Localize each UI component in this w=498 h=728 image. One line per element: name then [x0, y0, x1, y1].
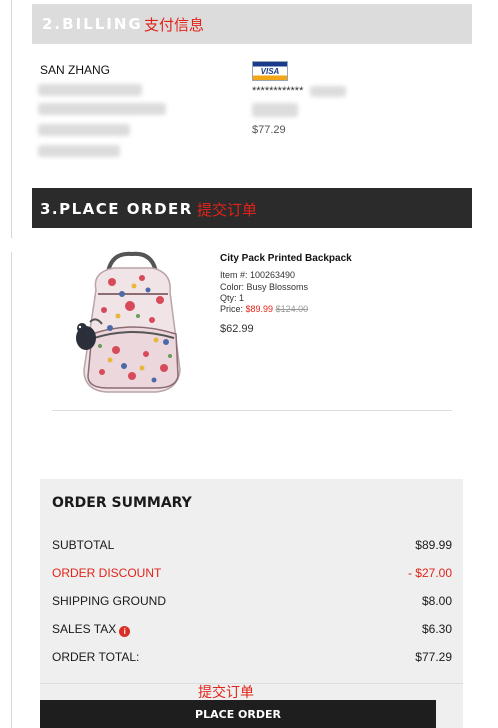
- billing-title: 2.BILLING: [42, 15, 143, 33]
- shipping-label: SHIPPING GROUND: [52, 594, 167, 608]
- place-order-button[interactable]: PLACE ORDER: [40, 700, 436, 728]
- shipping-value: $8.00: [421, 594, 452, 608]
- place-order-title: 3.PLACE ORDER: [40, 200, 193, 218]
- redacted-card-digits: [310, 86, 346, 97]
- place-order-section-header: 3.PLACE ORDER 提交订单: [32, 188, 472, 228]
- product-color: Color: Busy Blossoms: [220, 282, 309, 292]
- tax-value: $6.30: [421, 622, 452, 636]
- product-item-number: Item #: 100263490: [220, 270, 296, 280]
- redacted-address-line: [38, 84, 142, 96]
- summary-row-tax: SALES TAX i $6.30: [52, 622, 452, 638]
- order-summary-title: ORDER SUMMARY: [52, 495, 192, 511]
- product-divider: [52, 410, 452, 411]
- summary-row-subtotal: SUBTOTAL $89.99: [52, 538, 452, 554]
- info-icon[interactable]: i: [119, 626, 131, 637]
- order-total-label: ORDER TOTAL:: [52, 650, 140, 664]
- subtotal-label: SUBTOTAL: [52, 538, 115, 552]
- tax-label: SALES TAX: [52, 622, 117, 636]
- subtotal-value: $89.99: [415, 538, 452, 552]
- place-order-annotation: 提交订单: [197, 202, 258, 219]
- order-total-value: $77.29: [415, 650, 452, 664]
- billing-annotation: 支付信息: [144, 17, 205, 34]
- discount-value: - $27.00: [407, 566, 452, 580]
- billing-name: SAN ZHANG: [40, 63, 111, 77]
- summary-row-shipping: SHIPPING GROUND $8.00: [52, 594, 452, 610]
- billing-section-header: 2.BILLING 支付信息: [32, 4, 472, 44]
- place-order-annotation: 提交订单: [198, 684, 254, 700]
- tax-label-wrap: SALES TAX i: [52, 622, 131, 637]
- price-label: Price:: [220, 304, 246, 314]
- left-border-line: [11, 252, 12, 728]
- discount-label: ORDER DISCOUNT: [52, 566, 162, 580]
- product-quantity: Qty: 1: [220, 293, 245, 303]
- product-name: City Pack Printed Backpack: [220, 253, 352, 264]
- redacted-address-line: [38, 124, 130, 136]
- masked-card-number: ************: [252, 85, 304, 97]
- redacted-address-line: [38, 145, 120, 157]
- redacted-expiry: [252, 103, 298, 117]
- product-price: Price: $89.99 $124.00: [220, 304, 308, 314]
- summary-row-total: ORDER TOTAL: $77.29: [52, 650, 452, 666]
- summary-row-discount: ORDER DISCOUNT - $27.00: [52, 566, 452, 582]
- original-price: $124.00: [275, 304, 309, 314]
- visa-card-icon: VISA: [252, 61, 288, 81]
- billing-amount: $77.29: [252, 124, 286, 136]
- left-border-line: [11, 0, 12, 238]
- redacted-address-line: [38, 103, 166, 115]
- backpack-product-image: [76, 251, 181, 393]
- product-total: $62.99: [220, 323, 254, 335]
- sale-price: $89.99: [245, 304, 274, 314]
